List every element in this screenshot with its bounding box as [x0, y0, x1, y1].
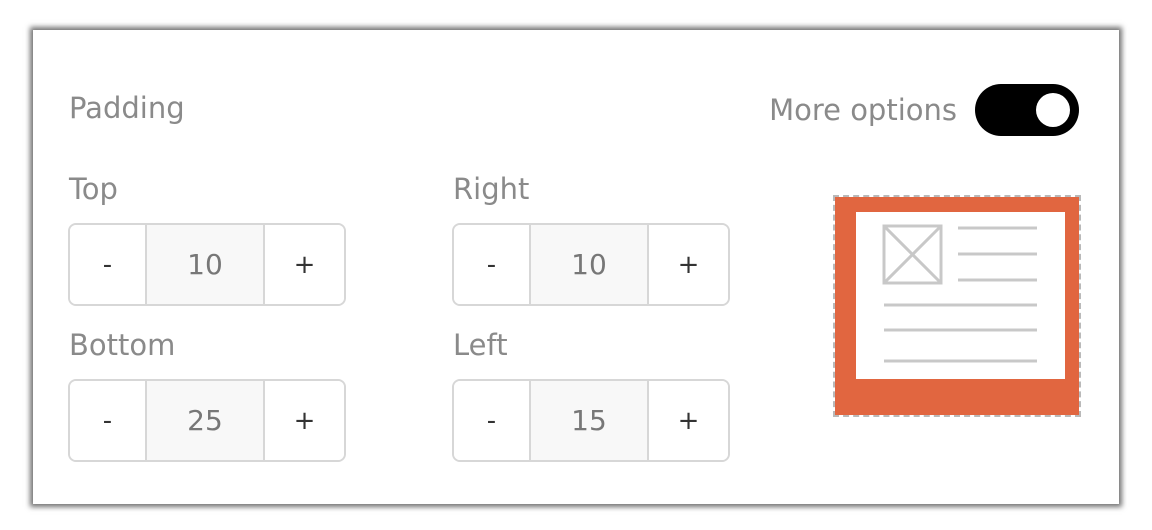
right-stepper: - 10 + — [452, 223, 730, 306]
top-stepper: - 10 + — [68, 223, 346, 306]
left-value[interactable]: 15 — [529, 381, 649, 460]
left-decrement-button[interactable]: - — [454, 381, 529, 460]
padding-preview — [833, 195, 1081, 417]
image-placeholder-icon — [882, 224, 943, 285]
more-options-toggle[interactable] — [975, 84, 1079, 136]
left-label: Left — [453, 328, 508, 362]
bottom-stepper: - 25 + — [68, 379, 346, 462]
more-options-label: More options — [769, 93, 957, 127]
preview-card — [856, 212, 1065, 379]
top-value[interactable]: 10 — [145, 225, 265, 304]
left-increment-button[interactable]: + — [649, 381, 728, 460]
padding-panel: Padding More options Top - 10 + Right - … — [33, 30, 1119, 504]
bottom-decrement-button[interactable]: - — [70, 381, 145, 460]
left-stepper: - 15 + — [452, 379, 730, 462]
top-increment-button[interactable]: + — [265, 225, 344, 304]
bottom-label: Bottom — [69, 328, 176, 362]
right-increment-button[interactable]: + — [649, 225, 728, 304]
top-label: Top — [69, 172, 118, 206]
toggle-knob — [1036, 93, 1070, 127]
bottom-value[interactable]: 25 — [145, 381, 265, 460]
right-value[interactable]: 10 — [529, 225, 649, 304]
bottom-increment-button[interactable]: + — [265, 381, 344, 460]
right-label: Right — [453, 172, 530, 206]
more-options-control: More options — [769, 84, 1079, 136]
top-decrement-button[interactable]: - — [70, 225, 145, 304]
padding-title: Padding — [69, 91, 185, 125]
right-decrement-button[interactable]: - — [454, 225, 529, 304]
preview-content — [882, 224, 1037, 363]
